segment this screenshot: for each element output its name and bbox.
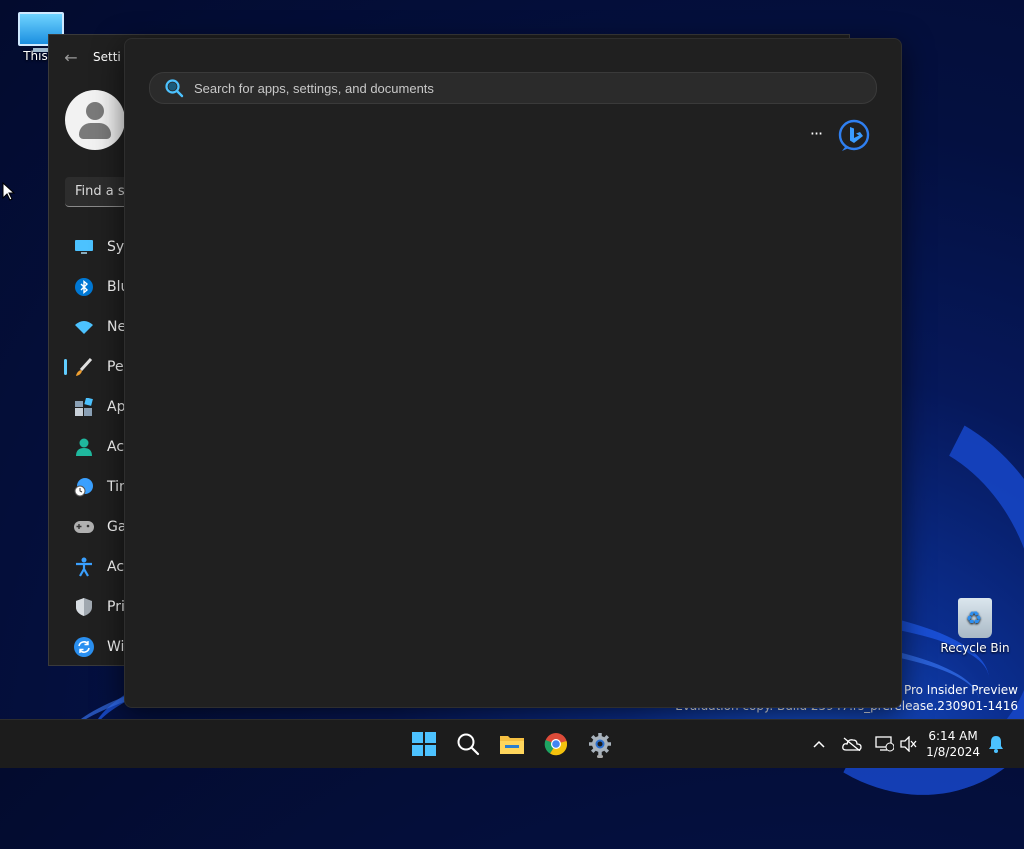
bing-chat-icon[interactable] [837, 119, 871, 153]
search-icon [457, 733, 480, 756]
sidebar-item-label: Pri [107, 599, 125, 615]
clock-date: 1/8/2024 [926, 745, 980, 759]
update-icon [73, 636, 95, 658]
search-flyout: ··· [124, 38, 902, 708]
search-bar[interactable] [149, 72, 877, 104]
chrome-icon [544, 733, 568, 756]
mouse-cursor-icon [2, 182, 16, 201]
gamepad-icon [73, 516, 95, 538]
settings-title: Setti [93, 50, 121, 64]
avatar-shoulders [79, 123, 111, 139]
settings-button[interactable] [584, 728, 616, 760]
back-arrow-icon[interactable]: ← [49, 48, 93, 67]
search-icon [165, 79, 184, 98]
brush-icon [73, 356, 95, 378]
sidebar-item-label: Ap [107, 399, 126, 415]
sidebar-item-label: Wi [107, 639, 125, 655]
clock[interactable]: 6:14 AM 1/8/2024 [926, 728, 980, 760]
shield-icon [73, 596, 95, 618]
file-explorer-button[interactable] [496, 728, 528, 760]
windows-logo-icon [412, 732, 436, 756]
search-input[interactable] [192, 79, 876, 97]
start-button[interactable] [408, 728, 440, 760]
wifi-icon [73, 316, 95, 338]
taskbar-search-button[interactable] [452, 728, 484, 760]
more-options-button[interactable]: ··· [805, 125, 827, 147]
chevron-up-icon [813, 740, 825, 748]
desktop-icon-label: Recycle Bin [940, 641, 1010, 655]
onedrive-button[interactable] [842, 720, 862, 768]
bluetooth-icon [73, 276, 95, 298]
avatar[interactable] [65, 90, 125, 150]
network-disconnected-icon [875, 736, 894, 752]
clock-time: 6:14 AM [928, 729, 978, 743]
apps-icon [73, 396, 95, 418]
folder-icon [500, 736, 524, 754]
running-indicator [597, 755, 603, 758]
sidebar-item-label: Ac [107, 559, 125, 575]
notifications-button[interactable] [988, 720, 1004, 768]
bell-icon [989, 736, 1003, 753]
accessibility-icon [73, 556, 95, 578]
network-button[interactable] [874, 720, 894, 768]
chrome-button[interactable] [540, 728, 572, 760]
show-hidden-icons-button[interactable] [812, 720, 826, 768]
monitor-icon [73, 236, 95, 258]
cloud-offline-icon [842, 737, 862, 751]
person-icon [73, 436, 95, 458]
globe-clock-icon [73, 476, 95, 498]
volume-muted-icon [900, 736, 917, 752]
volume-button[interactable] [900, 720, 918, 768]
taskbar: 6:14 AM 1/8/2024 [0, 719, 1024, 768]
recycle-bin-icon [958, 598, 992, 638]
gear-icon [589, 733, 611, 755]
sidebar-item-label: Ac [107, 439, 125, 455]
desktop-icon-recycle-bin[interactable]: Recycle Bin [938, 598, 1012, 655]
avatar-head [86, 102, 104, 120]
